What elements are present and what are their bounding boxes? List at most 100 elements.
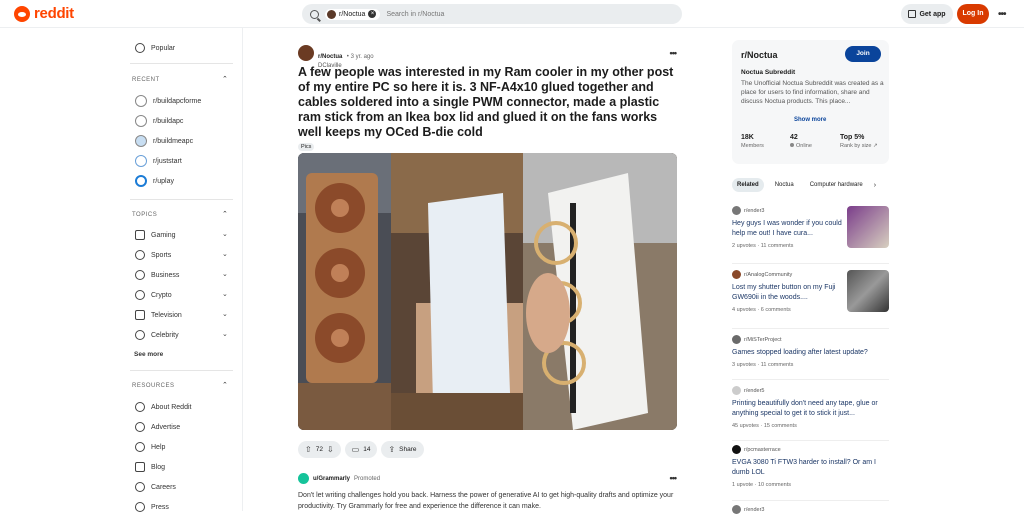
share-icon: ⇪ <box>388 445 396 454</box>
sidebar-item-topic[interactable]: Business <box>135 270 179 280</box>
sidebar-item-resource[interactable]: About Reddit <box>135 402 191 412</box>
resources-heading: RESOURCES <box>132 383 175 389</box>
promoted-tag: Promoted <box>354 475 381 482</box>
post-card[interactable]: r/Noctua • 3 yr. ago DClaville ••• A few… <box>298 45 678 458</box>
related-title[interactable]: Hey guys I was wonder if you could help … <box>732 219 842 239</box>
related-post[interactable]: r/ender5 Printing beautifully don't need… <box>732 386 889 429</box>
chevron-up-icon[interactable]: ⌃ <box>222 210 228 218</box>
sidebar-divider <box>130 199 233 200</box>
chevron-down-icon[interactable]: ⌄ <box>222 250 228 258</box>
login-button[interactable]: Log In <box>957 4 989 24</box>
related-title[interactable]: Games stopped loading after latest updat… <box>732 348 882 358</box>
sidebar-item-recent[interactable]: r/buildapcforme <box>135 95 201 107</box>
promoted-user[interactable]: u/Grammarly <box>313 476 350 482</box>
related-post[interactable]: r/ender3 <box>732 505 889 514</box>
online-dot-icon <box>790 143 794 147</box>
sidebar-item-label: Celebrity <box>151 331 179 339</box>
popular-icon <box>135 43 145 53</box>
related-title[interactable]: EVGA 3080 Ti FTW3 harder to install? Or … <box>732 458 882 478</box>
sidebar-item-label: Business <box>151 271 180 279</box>
sidebar-item-resource[interactable]: Careers <box>135 482 176 492</box>
television-icon <box>135 310 145 320</box>
sidebar-item-recent[interactable]: r/buildmeapc <box>135 135 193 147</box>
subreddit-avatar-icon[interactable] <box>298 45 314 61</box>
show-more-button[interactable]: Show more <box>794 117 826 123</box>
external-link-icon[interactable]: ↗ <box>873 143 878 149</box>
related-subreddit[interactable]: r/AnalogCommunity <box>744 272 792 278</box>
sidebar-item-label: r/buildapcforme <box>153 97 202 105</box>
sidebar-item-topic[interactable]: Celebrity <box>135 330 179 340</box>
comments-button[interactable]: ▭ 14 <box>344 441 378 458</box>
related-thumbnail[interactable] <box>847 270 889 312</box>
qr-code-icon <box>908 10 917 18</box>
chevron-up-icon[interactable]: ⌃ <box>222 381 228 389</box>
related-subreddit[interactable]: r/ender3 <box>744 208 765 214</box>
chevron-down-icon[interactable]: ⌄ <box>222 230 228 238</box>
post-subreddit-link[interactable]: r/Noctua <box>318 54 342 60</box>
post-overflow-menu-icon[interactable]: ••• <box>670 473 678 483</box>
related-subreddit[interactable]: r/ender3 <box>744 507 765 513</box>
tab-computer-hardware[interactable]: Computer hardware <box>805 178 868 192</box>
search-subreddit-chip[interactable]: r/Noctua × <box>325 8 381 20</box>
related-post[interactable]: r/pcmasterrace EVGA 3080 Ti FTW3 harder … <box>732 445 889 488</box>
tab-noctua[interactable]: Noctua <box>770 178 799 192</box>
see-more-link[interactable]: See more <box>134 351 163 358</box>
promoted-post[interactable]: u/Grammarly Promoted ••• Don't let writi… <box>298 473 678 510</box>
related-post[interactable]: r/AnalogCommunity Lost my shutter button… <box>732 270 889 313</box>
sidebar-item-recent[interactable]: r/juststart <box>135 155 182 167</box>
upvote-icon[interactable]: ⇧ <box>305 445 312 454</box>
related-post[interactable]: r/MiSTerProject Games stopped loading af… <box>732 335 889 368</box>
related-subreddit[interactable]: r/ender5 <box>744 388 765 394</box>
reddit-logo[interactable]: reddit <box>14 5 74 22</box>
search-bar[interactable]: r/Noctua × Search in r/Noctua <box>302 4 682 24</box>
post-image[interactable] <box>298 153 677 430</box>
chevron-up-icon[interactable]: ⌃ <box>222 75 228 83</box>
post-flair[interactable]: Pics <box>298 143 315 151</box>
sidebar-item-label: Press <box>151 503 169 511</box>
sidebar-item-topic[interactable]: Television <box>135 310 182 320</box>
chevron-down-icon[interactable]: ⌄ <box>222 330 228 338</box>
community-name[interactable]: r/Noctua <box>741 50 778 60</box>
more-options-icon[interactable]: ••• <box>998 9 1006 20</box>
chevron-down-icon[interactable]: ⌄ <box>222 290 228 298</box>
online-stat: 42 Online <box>790 134 812 149</box>
sidebar-item-popular[interactable]: Popular <box>135 43 175 53</box>
rank-label: Rank by size <box>840 143 872 149</box>
community-card: r/Noctua Join Noctua Subreddit The Unoff… <box>732 40 889 164</box>
sidebar-item-label: Careers <box>151 483 176 491</box>
sidebar-item-topic[interactable]: Gaming <box>135 230 176 240</box>
post-title[interactable]: A few people was interested in my Ram co… <box>298 65 678 140</box>
related-divider <box>732 500 889 501</box>
related-subreddit[interactable]: r/MiSTerProject <box>744 337 782 343</box>
join-button[interactable]: Join <box>845 46 881 62</box>
chevron-down-icon[interactable]: ⌄ <box>222 310 228 318</box>
close-icon[interactable]: × <box>368 10 377 18</box>
post-overflow-menu-icon[interactable]: ••• <box>670 48 678 58</box>
search-input[interactable]: Search in r/Noctua <box>386 11 444 18</box>
related-title[interactable]: Lost my shutter button on my Fuji GW690i… <box>732 283 842 303</box>
sidebar-item-label: Television <box>151 311 182 319</box>
sidebar-item-topic[interactable]: Sports <box>135 250 171 260</box>
sidebar-item-resource[interactable]: Advertise <box>135 422 180 432</box>
sidebar-divider <box>130 63 233 64</box>
related-thumbnail[interactable] <box>847 206 889 248</box>
tab-related[interactable]: Related <box>732 178 764 192</box>
related-divider <box>732 328 889 329</box>
right-panel: r/Noctua Join Noctua Subreddit The Unoff… <box>732 40 889 164</box>
related-subreddit[interactable]: r/pcmasterrace <box>744 447 781 453</box>
subreddit-avatar-icon <box>135 135 147 147</box>
vote-widget[interactable]: ⇧ 72 ⇩ <box>298 441 341 458</box>
share-button[interactable]: ⇪ Share <box>381 441 424 458</box>
related-title[interactable]: Printing beautifully don't need any tape… <box>732 399 882 419</box>
get-app-button[interactable]: Get app <box>901 4 953 24</box>
chevron-right-icon[interactable]: › <box>874 182 876 189</box>
sidebar-item-recent[interactable]: r/buildapc <box>135 115 183 127</box>
sidebar-item-topic[interactable]: Crypto <box>135 290 172 300</box>
sidebar-item-recent[interactable]: r/uplay <box>135 175 174 187</box>
downvote-icon[interactable]: ⇩ <box>327 445 334 454</box>
grammarly-avatar-icon[interactable] <box>298 473 309 484</box>
sidebar-item-resource[interactable]: Blog <box>135 462 165 472</box>
chevron-down-icon[interactable]: ⌄ <box>222 270 228 278</box>
related-post[interactable]: r/ender3 Hey guys I was wonder if you co… <box>732 206 889 249</box>
sidebar-item-resource[interactable]: Help <box>135 442 165 452</box>
